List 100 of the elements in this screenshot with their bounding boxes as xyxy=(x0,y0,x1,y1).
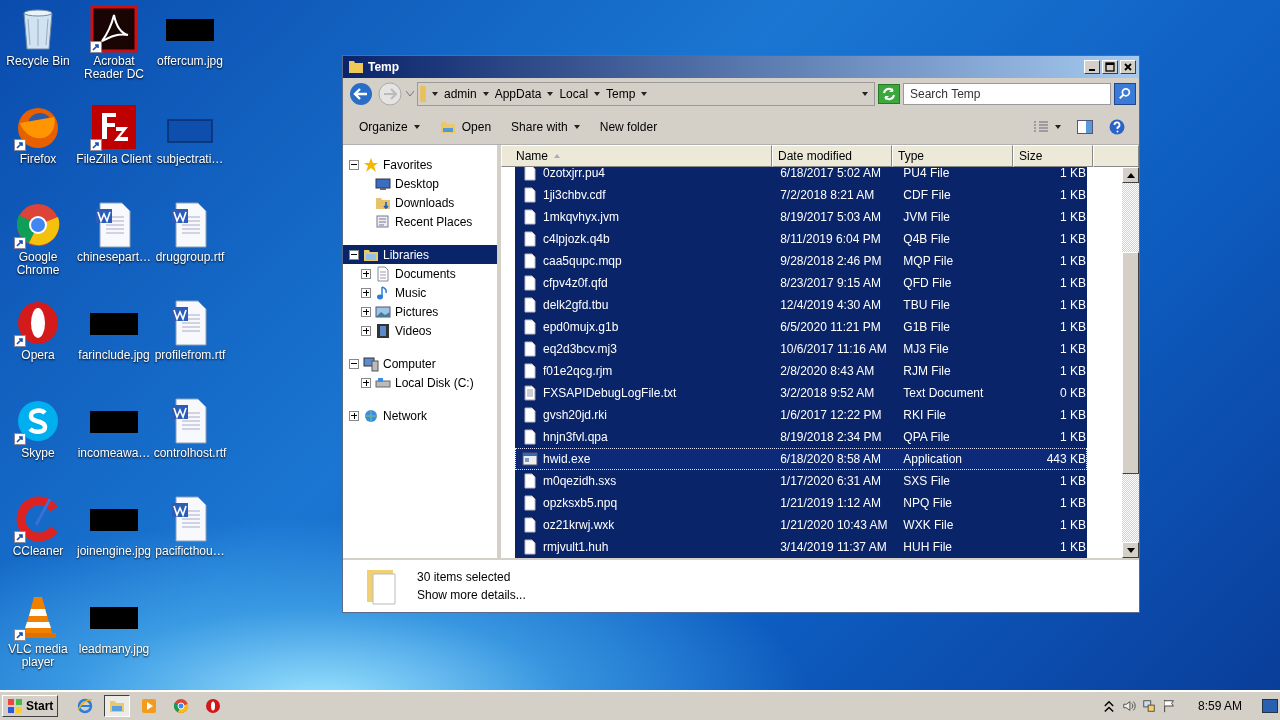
column-header[interactable]: Type xyxy=(892,145,1013,167)
expand-toggle-icon[interactable] xyxy=(361,325,371,336)
collapse-toggle-icon[interactable] xyxy=(349,249,359,260)
file-row[interactable]: 1mkqvhyx.jvm 8/19/2017 5:03 AM JVM File 1 KB xyxy=(515,206,1087,228)
toolbar-button[interactable]: Open xyxy=(431,115,500,139)
nav-tree-item[interactable]: Network xyxy=(343,406,497,425)
nav-tree-item[interactable]: Favorites xyxy=(343,155,497,174)
collapse-toggle-icon[interactable] xyxy=(349,358,359,369)
nav-tree-item[interactable]: Downloads xyxy=(343,193,497,212)
toolbar-button[interactable]: New folder xyxy=(591,116,666,138)
nav-tree-item[interactable]: Desktop xyxy=(343,174,497,193)
desktop-icon-label[interactable]: Skype xyxy=(0,447,76,460)
caret-icon[interactable] xyxy=(641,92,648,96)
minimize-button[interactable] xyxy=(1084,60,1100,74)
back-button[interactable] xyxy=(348,81,374,107)
nav-tree-item[interactable]: Local Disk (C:) xyxy=(343,373,497,392)
breadcrumb-item[interactable]: Temp xyxy=(606,87,636,101)
windows-logo-icon xyxy=(7,698,23,714)
file-row[interactable]: f01e2qcg.rjm 2/8/2020 8:43 AM RJM File 1 KB xyxy=(515,360,1087,382)
breadcrumb-item[interactable]: Local xyxy=(559,87,589,101)
flag-icon[interactable] xyxy=(1161,699,1176,713)
desktop-icon-label[interactable]: joinengine.jpg xyxy=(76,545,152,558)
caret-icon[interactable] xyxy=(482,92,489,96)
desktop-icon-label[interactable]: pacificthou… xyxy=(152,545,228,558)
taskbar-app-button[interactable] xyxy=(104,695,131,717)
column-header[interactable]: Size xyxy=(1013,145,1093,167)
file-row[interactable]: rmjvult1.huh 3/14/2019 11:37 AM HUH File 1 KB xyxy=(515,536,1087,558)
file-row[interactable]: cfpv4z0f.qfd 8/23/2017 9:15 AM QFD File 1 KB xyxy=(515,272,1087,294)
desktop-icon-label[interactable]: incomeawa… xyxy=(76,447,152,460)
toolbar-button[interactable]: Share with xyxy=(503,116,588,138)
nav-tree-item[interactable]: Libraries xyxy=(343,245,497,264)
desktop-icon-label[interactable]: Google Chrome xyxy=(0,251,76,277)
desktop-icon-label[interactable]: subjectrati… xyxy=(152,153,228,166)
show-hidden-icons-icon[interactable] xyxy=(1101,699,1116,713)
column-header[interactable]: Name xyxy=(501,145,772,167)
file-row[interactable]: caa5qupc.mqp 9/28/2018 2:46 PM MQP File 1 KB xyxy=(515,250,1087,272)
file-row[interactable]: 1ji3chbv.cdf 7/2/2018 8:21 AM CDF File 1 KB xyxy=(515,184,1087,206)
nav-tree-item[interactable]: Videos xyxy=(343,321,497,340)
caret-icon[interactable] xyxy=(594,92,601,96)
search-field[interactable]: Search Temp xyxy=(903,83,1111,105)
desktop-icon-label[interactable]: controlhost.rtf xyxy=(152,447,228,460)
scrollbar[interactable] xyxy=(1122,167,1139,558)
file-row[interactable]: 0zotxjrr.pu4 6/18/2017 5:02 AM PU4 File 1 KB xyxy=(515,167,1087,184)
collapse-toggle-icon[interactable] xyxy=(349,159,359,170)
nav-tree-item[interactable]: Music xyxy=(343,283,497,302)
desktop-icon-label[interactable]: profilefrom.rtf xyxy=(152,349,228,362)
file-row[interactable]: eq2d3bcv.mj3 10/6/2017 11:16 AM MJ3 File 1 KB xyxy=(515,338,1087,360)
expand-toggle-icon[interactable] xyxy=(349,410,359,421)
file-row[interactable]: delk2gfd.tbu 12/4/2019 4:30 AM TBU File 1 KB xyxy=(515,294,1087,316)
desktop-icon-label[interactable]: chinesepart… xyxy=(76,251,152,264)
desktop-icon-label[interactable]: Recycle Bin xyxy=(0,55,76,68)
column-header[interactable]: Date modified xyxy=(772,145,892,167)
network-icon[interactable] xyxy=(1141,699,1156,713)
caret-icon[interactable] xyxy=(547,92,554,96)
file-row[interactable]: opzksxb5.npq 1/21/2019 1:12 AM NPQ File 1 KB xyxy=(515,492,1087,514)
breadcrumb-item[interactable]: AppData xyxy=(494,87,542,101)
file-row[interactable]: hwid.exe 6/18/2020 8:58 AM Application 443 KB xyxy=(515,448,1087,470)
desktop-icon-label[interactable]: druggroup.rtf xyxy=(152,251,228,264)
file-row[interactable]: oz21krwj.wxk 1/21/2020 10:43 AM WXK File 1 KB xyxy=(515,514,1087,536)
file-row[interactable]: hnjn3fvl.qpa 8/19/2018 2:34 PM QPA File 1 KB xyxy=(515,426,1087,448)
refresh-button[interactable] xyxy=(878,84,900,104)
caret-icon[interactable] xyxy=(432,92,438,96)
file-type-cell-text: RJM File xyxy=(902,364,952,378)
file-icon xyxy=(522,253,538,269)
expand-toggle-icon[interactable] xyxy=(361,268,371,279)
toolbar-button[interactable]: Organize xyxy=(351,116,428,138)
desktop-icon-label[interactable]: Firefox xyxy=(0,153,76,166)
desktop-icon-label[interactable]: offercum.jpg xyxy=(152,55,228,68)
refresh-icon xyxy=(881,86,897,102)
speaker-icon[interactable] xyxy=(1121,699,1136,713)
start-button[interactable]: Start xyxy=(2,695,59,717)
search-button[interactable] xyxy=(1114,83,1136,105)
nav-tree-item[interactable]: Recent Places xyxy=(343,212,497,231)
desktop-icon-label[interactable]: FileZilla Client xyxy=(76,153,152,166)
show-details-link[interactable]: Show more details... xyxy=(417,588,526,602)
nav-tree-item[interactable]: Documents xyxy=(343,264,497,283)
breadcrumb-item[interactable]: admin xyxy=(444,87,477,101)
maximize-button[interactable] xyxy=(1102,60,1118,74)
expand-toggle-icon[interactable] xyxy=(361,306,371,317)
address-bar[interactable]: admin AppData Local Temp xyxy=(417,82,875,106)
file-name: FXSAPIDebugLogFile.txt xyxy=(543,386,677,400)
close-button[interactable] xyxy=(1120,60,1136,74)
file-row[interactable]: FXSAPIDebugLogFile.txt 3/2/2018 9:52 AM Text Document 0 KB xyxy=(515,382,1087,404)
desktop-icon-label[interactable]: farinclude.jpg xyxy=(76,349,152,362)
file-row[interactable]: c4lpjozk.q4b 8/11/2019 6:04 PM Q4B File 1 KB xyxy=(515,228,1087,250)
desktop-icon-label[interactable]: Acrobat Reader DC xyxy=(76,55,152,81)
desktop-icon-label[interactable]: Opera xyxy=(0,349,76,362)
file-row[interactable]: m0qezidh.sxs 1/17/2020 6:31 AM SXS File 1 KB xyxy=(515,470,1087,492)
file-type-cell-text: G1B File xyxy=(902,320,951,334)
file-name: opzksxb5.npq xyxy=(543,496,618,510)
file-row[interactable]: gvsh20jd.rki 1/6/2017 12:22 PM RKI File 1 KB xyxy=(515,404,1087,426)
desktop-icon-label[interactable]: VLC media player xyxy=(0,643,76,669)
caret-icon[interactable] xyxy=(862,92,868,96)
nav-tree-item[interactable]: Computer xyxy=(343,354,497,373)
expand-toggle-icon[interactable] xyxy=(361,287,371,298)
desktop-icon-label[interactable]: CCleaner xyxy=(0,545,76,558)
expand-toggle-icon[interactable] xyxy=(361,377,371,388)
file-row[interactable]: epd0mujx.g1b 6/5/2020 11:21 PM G1B File 1 KB xyxy=(515,316,1087,338)
clock[interactable]: 8:59 AM xyxy=(1181,699,1256,713)
nav-tree-item[interactable]: Pictures xyxy=(343,302,497,321)
